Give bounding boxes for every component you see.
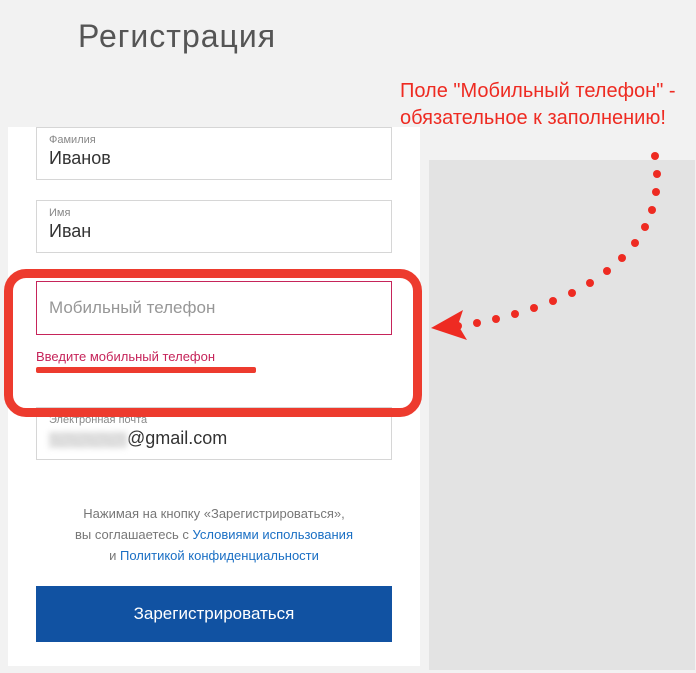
terms-link[interactable]: Условиями использования — [193, 527, 354, 542]
email-blurred-part — [49, 432, 127, 448]
agreement-text: Нажимая на кнопку «Зарегистрироваться», … — [36, 504, 392, 566]
name-field-group: Имя — [36, 200, 392, 253]
error-underline — [36, 367, 256, 373]
register-button[interactable]: Зарегистрироваться — [36, 586, 392, 642]
name-input[interactable] — [49, 221, 379, 242]
agreement-line1: Нажимая на кнопку «Зарегистрироваться», — [83, 506, 345, 521]
email-value-row: @gmail.com — [49, 428, 379, 449]
surname-label: Фамилия — [49, 134, 379, 146]
name-label: Имя — [49, 207, 379, 219]
agreement-line3-pre: и — [109, 548, 120, 563]
email-field-group: Электронная почта @gmail.com — [36, 407, 392, 460]
privacy-link[interactable]: Политикой конфиденциальности — [120, 548, 319, 563]
surname-field-group: Фамилия — [36, 127, 392, 180]
phone-input[interactable] — [49, 298, 379, 318]
side-panel — [429, 160, 695, 670]
phone-field-group — [36, 281, 392, 335]
registration-form: Фамилия Имя Введите мобильный телефон Эл… — [8, 127, 420, 666]
email-suffix: @gmail.com — [127, 428, 227, 448]
agreement-line2-pre: вы соглашаетесь с — [75, 527, 193, 542]
email-label: Электронная почта — [49, 414, 379, 426]
annotation-callout: Поле "Мобильный телефон" - обязательное … — [400, 78, 680, 132]
phone-error-text: Введите мобильный телефон — [36, 349, 392, 364]
surname-input[interactable] — [49, 148, 379, 169]
page-title: Регистрация — [0, 0, 696, 73]
